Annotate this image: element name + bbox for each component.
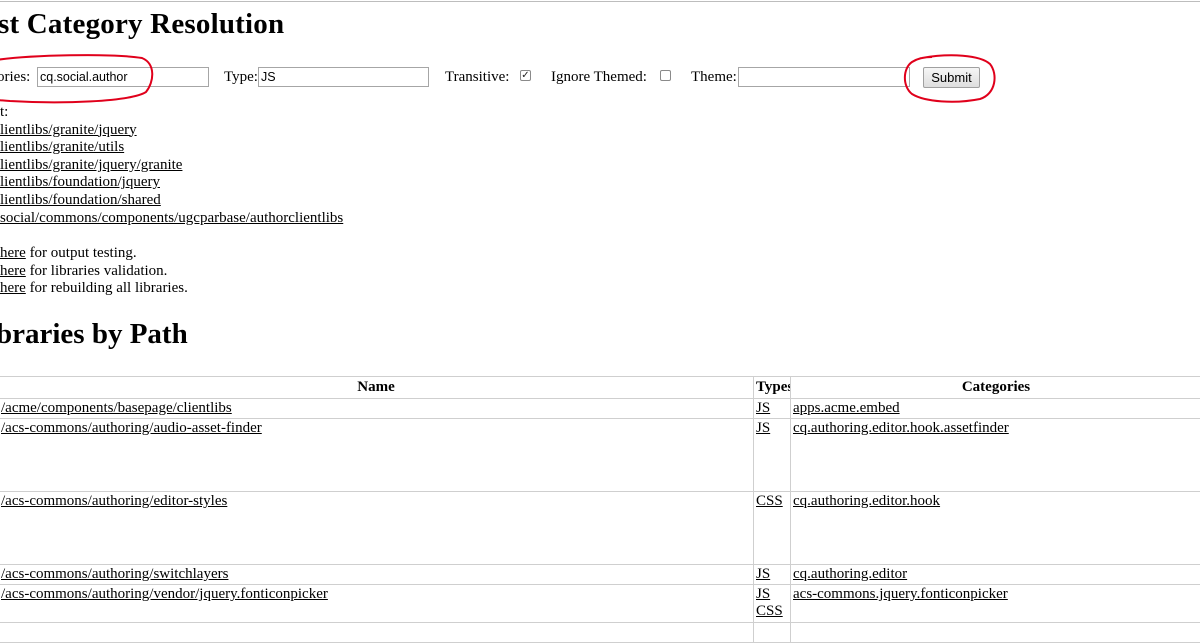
category-link[interactable]: apps.acme.embed bbox=[793, 400, 900, 416]
result-link[interactable]: social/commons/components/ugcparbase/aut… bbox=[0, 210, 343, 226]
validation-line: here for libraries validation. bbox=[0, 263, 188, 281]
categories-column-header: Categories bbox=[791, 377, 1200, 399]
table-row: /acme/components/basepage/clientlibs JS … bbox=[0, 399, 1200, 419]
result-link[interactable]: lientlibs/foundation/shared bbox=[0, 192, 161, 208]
theme-label: Theme: bbox=[691, 69, 737, 86]
libraries-table: Name Types Categories /acme/components/b… bbox=[0, 376, 1200, 643]
result-label: t: bbox=[0, 104, 343, 122]
info-links: here for output testing. here for librar… bbox=[0, 245, 188, 298]
category-form: ories: Type: Transitive: ✓ Ignore Themed… bbox=[0, 66, 1200, 90]
library-path-link[interactable]: /acme/components/basepage/clientlibs bbox=[1, 400, 232, 416]
table-cell bbox=[791, 623, 1200, 643]
result-link[interactable]: lientlibs/granite/jquery bbox=[0, 122, 137, 138]
library-path-link[interactable]: /acs-commons/authoring/switchlayers bbox=[1, 566, 228, 582]
page-title: st Category Resolution bbox=[0, 8, 284, 41]
table-row: /acs-commons/authoring/editor-styles CSS… bbox=[0, 492, 1200, 565]
output-testing-link[interactable]: here bbox=[0, 245, 26, 261]
library-path-link[interactable]: /acs-commons/authoring/audio-asset-finde… bbox=[1, 420, 262, 436]
table-row: /acs-commons/authoring/audio-asset-finde… bbox=[0, 419, 1200, 492]
theme-input[interactable] bbox=[738, 67, 910, 87]
categories-label: ories: bbox=[0, 69, 30, 86]
library-path-link[interactable]: /acs-commons/authoring/vendor/jquery.fon… bbox=[1, 586, 328, 602]
type-link[interactable]: JS bbox=[756, 586, 770, 602]
type-link[interactable]: JS bbox=[756, 400, 770, 416]
type-link[interactable]: CSS bbox=[756, 603, 783, 619]
category-link[interactable]: cq.authoring.editor bbox=[793, 566, 907, 582]
ignore-themed-label: Ignore Themed: bbox=[551, 69, 647, 86]
result-link[interactable]: lientlibs/granite/jquery/granite bbox=[0, 157, 182, 173]
type-input[interactable] bbox=[258, 67, 429, 87]
result-link[interactable]: lientlibs/granite/utils bbox=[0, 139, 124, 155]
type-label: Type: bbox=[224, 69, 258, 86]
rebuild-link[interactable]: here bbox=[0, 280, 26, 296]
result-link[interactable]: lientlibs/foundation/jquery bbox=[0, 174, 160, 190]
name-column-header: Name bbox=[0, 377, 754, 399]
result-list: t: lientlibs/granite/jquery lientlibs/gr… bbox=[0, 104, 343, 227]
table-row: /acs-commons/authoring/vendor/jquery.fon… bbox=[0, 585, 1200, 623]
categories-input[interactable] bbox=[37, 67, 209, 87]
category-link[interactable]: cq.authoring.editor.hook bbox=[793, 493, 940, 509]
category-link[interactable]: acs-commons.jquery.fonticonpicker bbox=[793, 586, 1008, 602]
types-column-header: Types bbox=[754, 377, 791, 399]
output-testing-line: here for output testing. bbox=[0, 245, 188, 263]
table-header-row: Name Types Categories bbox=[0, 377, 1200, 399]
rebuild-line: here for rebuilding all libraries. bbox=[0, 280, 188, 298]
table-cell bbox=[754, 623, 791, 643]
library-path-link[interactable]: /acs-commons/authoring/editor-styles bbox=[1, 493, 227, 509]
transitive-label: Transitive: bbox=[445, 69, 509, 86]
type-link[interactable]: JS bbox=[756, 420, 770, 436]
table-row: /acs-commons/authoring/switchlayers JS c… bbox=[0, 565, 1200, 585]
validation-link[interactable]: here bbox=[0, 263, 26, 279]
type-link[interactable]: JS bbox=[756, 566, 770, 582]
category-link[interactable]: cq.authoring.editor.hook.assetfinder bbox=[793, 420, 1009, 436]
table-cell bbox=[0, 623, 754, 643]
top-divider bbox=[0, 1, 1200, 2]
type-link[interactable]: CSS bbox=[756, 493, 783, 509]
checkmark-icon: ✓ bbox=[521, 70, 529, 81]
section-title: braries by Path bbox=[0, 318, 188, 351]
transitive-checkbox[interactable]: ✓ bbox=[520, 70, 531, 81]
ignore-themed-checkbox[interactable] bbox=[660, 70, 671, 81]
submit-button[interactable]: Submit bbox=[923, 67, 980, 88]
table-row bbox=[0, 623, 1200, 643]
